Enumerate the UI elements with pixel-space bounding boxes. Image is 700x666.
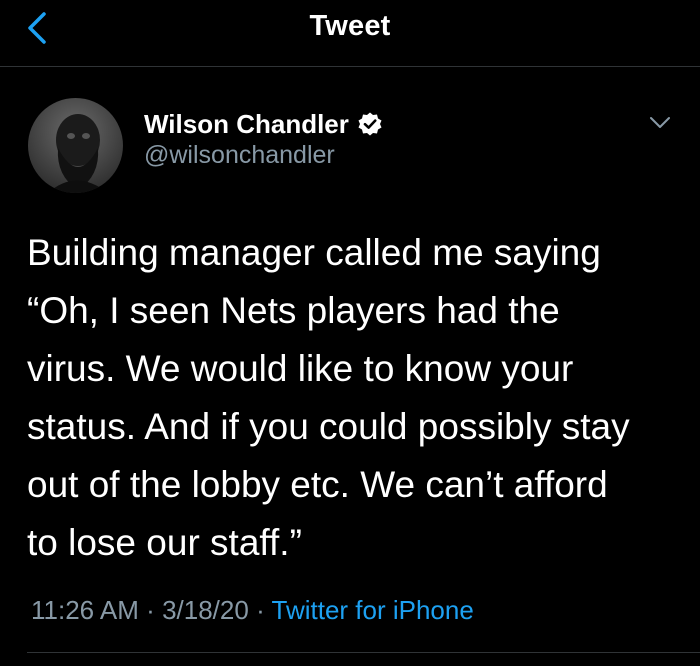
tweet-date: 3/18/20 — [162, 595, 249, 625]
more-options-button[interactable] — [645, 110, 675, 134]
display-name[interactable]: Wilson Chandler — [144, 109, 349, 140]
chevron-down-icon — [650, 117, 670, 128]
meta-separator: · — [146, 595, 155, 625]
tweet-time: 11:26 AM — [31, 595, 139, 625]
top-bar: Tweet — [0, 0, 700, 67]
verified-badge-icon — [358, 112, 382, 136]
avatar[interactable] — [28, 98, 123, 193]
page-title: Tweet — [309, 10, 391, 42]
tweet-metadata: 11:26 AM · 3/18/20 · Twitter for iPhone — [31, 595, 474, 626]
divider — [27, 652, 700, 653]
author-name-row: Wilson Chandler — [144, 106, 383, 142]
profile-photo — [28, 98, 123, 193]
tweet-source-link[interactable]: Twitter for iPhone — [272, 595, 474, 625]
author-handle[interactable]: @wilsonchandler — [144, 141, 335, 170]
tweet-text: Building manager called me saying “Oh, I… — [27, 232, 630, 563]
meta-separator: · — [256, 595, 265, 625]
